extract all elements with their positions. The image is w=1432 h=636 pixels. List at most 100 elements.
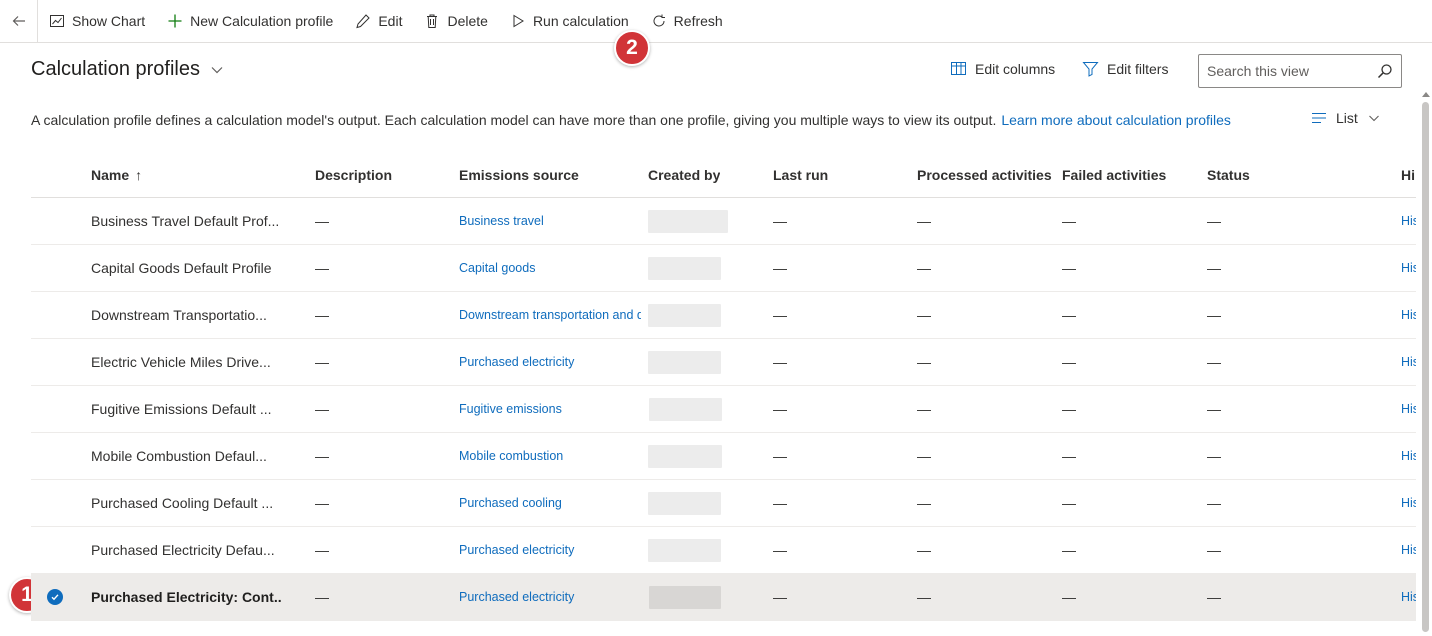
row-failed: —: [1062, 307, 1076, 323]
list-icon: [1312, 112, 1326, 124]
row-history-link[interactable]: His: [1401, 308, 1416, 322]
edit-columns-icon: [951, 62, 966, 75]
row-history-link[interactable]: His: [1401, 590, 1416, 604]
row-name[interactable]: Mobile Combustion Defaul...: [91, 448, 281, 464]
row-failed: —: [1062, 542, 1076, 558]
column-header-last-run[interactable]: Last run: [773, 167, 828, 183]
play-icon: [513, 14, 524, 28]
table-row[interactable]: Purchased Cooling Default ... — Purchase…: [31, 480, 1416, 527]
row-last-run: —: [773, 260, 787, 276]
column-header-processed-activities[interactable]: Processed activities: [917, 167, 1052, 183]
row-processed: —: [917, 448, 931, 464]
row-name[interactable]: Fugitive Emissions Default ...: [91, 401, 281, 417]
search-input[interactable]: Search this view: [1198, 54, 1402, 88]
row-name[interactable]: Capital Goods Default Profile: [91, 260, 281, 276]
row-emissions-source-link[interactable]: Purchased electricity: [459, 543, 641, 557]
new-calculation-profile-button[interactable]: New Calculation profile: [156, 0, 344, 43]
row-emissions-source-link[interactable]: Capital goods: [459, 261, 641, 275]
new-profile-label: New Calculation profile: [190, 13, 334, 29]
search-placeholder: Search this view: [1207, 63, 1309, 79]
grid-header: Name ↑ Description Emissions source Creat…: [31, 152, 1416, 198]
edit-columns-label: Edit columns: [975, 60, 1056, 77]
row-history-link[interactable]: His: [1401, 543, 1416, 557]
search-icon[interactable]: [1377, 63, 1393, 79]
show-chart-button[interactable]: Show Chart: [38, 0, 156, 43]
table-row[interactable]: Purchased Electricity Defau... — Purchas…: [31, 527, 1416, 574]
row-last-run: —: [773, 589, 787, 605]
row-history-link[interactable]: His: [1401, 214, 1416, 228]
row-created-by-redacted: [648, 256, 721, 280]
vertical-scrollbar[interactable]: [1420, 92, 1432, 636]
table-row[interactable]: Mobile Combustion Defaul... — Mobile com…: [31, 433, 1416, 480]
row-description: —: [315, 307, 329, 323]
show-chart-label: Show Chart: [72, 13, 146, 29]
row-selected-checkmark[interactable]: [47, 589, 63, 605]
view-selector[interactable]: Calculation profiles: [31, 58, 224, 81]
edit-button[interactable]: Edit: [344, 0, 413, 43]
row-name[interactable]: Purchased Electricity Defau...: [91, 542, 281, 558]
row-description: —: [315, 401, 329, 417]
row-processed: —: [917, 354, 931, 370]
row-emissions-source-link[interactable]: Purchased cooling: [459, 496, 641, 510]
row-name[interactable]: Business Travel Default Prof...: [91, 213, 281, 229]
row-created-by-redacted: [648, 491, 721, 515]
column-header-created-by[interactable]: Created by: [648, 167, 720, 183]
table-row[interactable]: Capital Goods Default Profile — Capital …: [31, 245, 1416, 292]
row-emissions-source-link[interactable]: Purchased electricity: [459, 590, 641, 604]
row-description: —: [315, 213, 329, 229]
learn-more-link[interactable]: Learn more about calculation profiles: [1001, 112, 1231, 128]
data-grid: Name ↑ Description Emissions source Creat…: [31, 152, 1416, 621]
row-failed: —: [1062, 354, 1076, 370]
table-row-selected[interactable]: Purchased Electricity: Cont... — Purchas…: [31, 574, 1416, 621]
edit-columns-button[interactable]: Edit columns: [950, 60, 1055, 77]
row-processed: —: [917, 542, 931, 558]
edit-filters-button[interactable]: Edit filters: [1082, 60, 1168, 77]
edit-label: Edit: [378, 13, 403, 29]
row-status: —: [1207, 260, 1221, 276]
column-header-name[interactable]: Name ↑: [91, 167, 281, 183]
row-history-link[interactable]: His: [1401, 496, 1416, 510]
row-last-run: —: [773, 354, 787, 370]
delete-button[interactable]: Delete: [413, 0, 498, 43]
column-header-history[interactable]: Hi: [1401, 167, 1416, 183]
table-row[interactable]: Electric Vehicle Miles Drive... — Purcha…: [31, 339, 1416, 386]
row-created-by-redacted: [648, 444, 722, 468]
row-name[interactable]: Purchased Cooling Default ...: [91, 495, 281, 511]
row-failed: —: [1062, 401, 1076, 417]
scrollbar-thumb[interactable]: [1422, 102, 1429, 632]
row-last-run: —: [773, 307, 787, 323]
row-description: —: [315, 354, 329, 370]
row-emissions-source-link[interactable]: Downstream transportation and di: [459, 308, 641, 322]
row-last-run: —: [773, 448, 787, 464]
row-history-link[interactable]: His: [1401, 261, 1416, 275]
scroll-up-icon[interactable]: [1422, 92, 1430, 97]
view-type-selector[interactable]: List: [1311, 110, 1380, 126]
row-emissions-source-link[interactable]: Business travel: [459, 214, 641, 228]
table-row[interactable]: Business Travel Default Prof... — Busine…: [31, 198, 1416, 245]
back-button[interactable]: [0, 0, 38, 43]
column-header-emissions-source[interactable]: Emissions source: [459, 167, 579, 183]
row-created-by-redacted: [648, 303, 721, 327]
column-header-status[interactable]: Status: [1207, 167, 1250, 183]
row-history-link[interactable]: His: [1401, 402, 1416, 416]
table-row[interactable]: Downstream Transportatio... — Downstream…: [31, 292, 1416, 339]
column-header-failed-activities[interactable]: Failed activities: [1062, 167, 1166, 183]
page-title: Calculation profiles: [31, 58, 200, 80]
row-emissions-source-link[interactable]: Purchased electricity: [459, 355, 641, 369]
row-status: —: [1207, 589, 1221, 605]
row-history-link[interactable]: His: [1401, 355, 1416, 369]
row-name[interactable]: Electric Vehicle Miles Drive...: [91, 354, 281, 370]
row-emissions-source-link[interactable]: Fugitive emissions: [459, 402, 641, 416]
row-created-by-redacted: [648, 397, 722, 421]
table-row[interactable]: Fugitive Emissions Default ... — Fugitiv…: [31, 386, 1416, 433]
row-last-run: —: [773, 495, 787, 511]
refresh-button[interactable]: Refresh: [640, 0, 734, 43]
row-name[interactable]: Purchased Electricity: Cont...: [91, 589, 281, 605]
row-name[interactable]: Downstream Transportatio...: [91, 307, 281, 323]
column-header-description[interactable]: Description: [315, 167, 392, 183]
back-arrow-icon: [12, 16, 25, 26]
row-status: —: [1207, 448, 1221, 464]
row-history-link[interactable]: His: [1401, 449, 1416, 463]
row-emissions-source-link[interactable]: Mobile combustion: [459, 449, 641, 463]
row-status: —: [1207, 542, 1221, 558]
